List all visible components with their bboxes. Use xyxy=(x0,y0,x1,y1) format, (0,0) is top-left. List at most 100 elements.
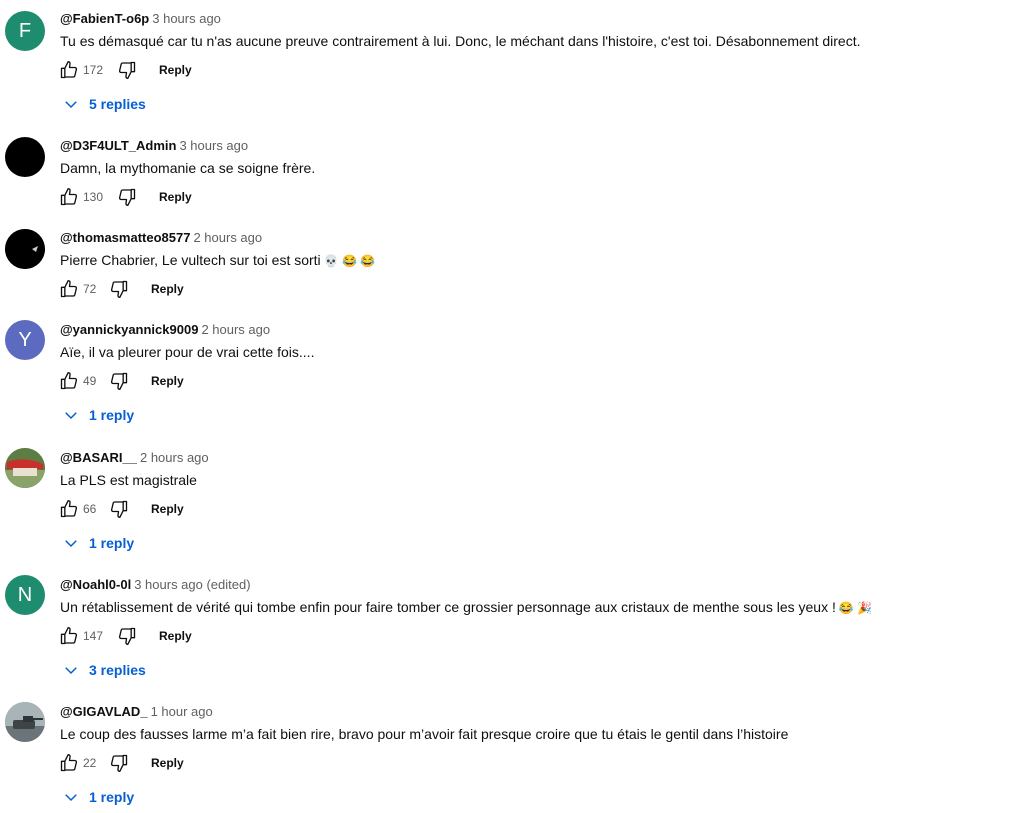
author-name[interactable]: @FabienT-o6p xyxy=(60,11,149,26)
comment-actions: 147 Reply xyxy=(57,624,192,648)
emoji-group: 💀 😂 😂 xyxy=(323,254,376,268)
comment-header: @yannickyannick9009 2 hours ago xyxy=(60,322,270,337)
dislike-button[interactable] xyxy=(115,185,139,209)
reply-button[interactable]: Reply xyxy=(159,63,192,77)
comment-actions: 66 Reply xyxy=(57,497,184,521)
reply-button[interactable]: Reply xyxy=(151,756,184,770)
avatar[interactable]: Y xyxy=(5,320,45,360)
avatar[interactable] xyxy=(5,448,45,488)
chevron-down-icon xyxy=(65,794,77,802)
avatar-letter: Y xyxy=(18,328,32,351)
timestamp[interactable]: 2 hours ago xyxy=(193,230,262,245)
thumbs-down-icon xyxy=(110,754,128,772)
avatar[interactable] xyxy=(5,702,45,742)
dislike-button[interactable] xyxy=(107,751,131,775)
like-count: 72 xyxy=(83,282,97,296)
like-button[interactable] xyxy=(57,497,81,521)
dislike-button[interactable] xyxy=(107,277,131,301)
emoji-group: 😂 🎉 xyxy=(838,601,873,615)
comment-text: Tu es démasqué car tu n'as aucune preuve… xyxy=(60,33,861,49)
author-name[interactable]: @Noahl0-0l xyxy=(60,577,131,592)
like-count: 49 xyxy=(83,374,97,388)
comment-header: @thomasmatteo8577 2 hours ago xyxy=(60,230,262,245)
author-name[interactable]: @GIGAVLAD_ xyxy=(60,704,148,719)
reply-button[interactable]: Reply xyxy=(151,374,184,388)
comment-text: La PLS est magistrale xyxy=(60,472,197,488)
avatar[interactable] xyxy=(5,229,45,269)
thumbs-up-icon xyxy=(60,188,78,206)
thumbs-up-icon xyxy=(60,280,78,298)
timestamp[interactable]: 2 hours ago xyxy=(140,450,209,465)
comment-text: Damn, la mythomanie ca se soigne frère. xyxy=(60,160,316,176)
timestamp[interactable]: 3 hours ago (edited) xyxy=(134,577,250,592)
thumbs-up-icon xyxy=(60,500,78,518)
view-replies-button[interactable]: 3 replies xyxy=(62,661,146,679)
like-button[interactable] xyxy=(57,185,81,209)
thumbs-down-icon xyxy=(118,627,136,645)
comment-actions: 49 Reply xyxy=(57,369,184,393)
comment-actions: 172 Reply xyxy=(57,58,192,82)
thumbs-down-icon xyxy=(110,500,128,518)
timestamp[interactable]: 3 hours ago xyxy=(152,11,221,26)
timestamp[interactable]: 2 hours ago xyxy=(201,322,270,337)
replies-label: 1 reply xyxy=(89,789,135,805)
view-replies-button[interactable]: 1 reply xyxy=(62,406,134,424)
avatar[interactable]: N xyxy=(5,575,45,615)
chevron-down-icon xyxy=(65,540,77,548)
comment-text: Pierre Chabrier, Le vultech sur toi est … xyxy=(60,252,375,268)
replies-label: 1 reply xyxy=(89,407,135,423)
replies-label: 3 replies xyxy=(89,662,146,678)
avatar-image xyxy=(5,448,45,488)
avatar-image xyxy=(5,702,45,742)
like-count: 130 xyxy=(83,190,104,204)
view-replies-button[interactable]: 1 reply xyxy=(62,788,134,806)
timestamp[interactable]: 3 hours ago xyxy=(179,138,248,153)
comment-header: @BASARI__ 2 hours ago xyxy=(60,450,209,465)
thumbs-up-icon xyxy=(60,754,78,772)
avatar-image xyxy=(5,229,45,269)
like-button[interactable] xyxy=(57,751,81,775)
like-button[interactable] xyxy=(57,277,81,301)
comment-header: @Noahl0-0l 3 hours ago (edited) xyxy=(60,577,251,592)
dislike-button[interactable] xyxy=(107,497,131,521)
comment-actions: 130 Reply xyxy=(57,185,192,209)
comment-text-body: Pierre Chabrier, Le vultech sur toi est … xyxy=(60,252,321,268)
replies-label: 5 replies xyxy=(89,96,146,112)
avatar[interactable] xyxy=(5,137,45,177)
dislike-button[interactable] xyxy=(115,58,139,82)
comment-text: Le coup des fausses larme m’a fait bien … xyxy=(60,726,789,742)
like-button[interactable] xyxy=(57,58,81,82)
avatar[interactable]: F xyxy=(5,11,45,51)
dislike-button[interactable] xyxy=(115,624,139,648)
reply-button[interactable]: Reply xyxy=(151,282,184,296)
author-name[interactable]: @yannickyannick9009 xyxy=(60,322,198,337)
author-name[interactable]: @D3F4ULT_Admin xyxy=(60,138,176,153)
chevron-down-icon xyxy=(65,101,77,109)
view-replies-button[interactable]: 5 replies xyxy=(62,95,146,113)
author-name[interactable]: @BASARI__ xyxy=(60,450,137,465)
author-name[interactable]: @thomasmatteo8577 xyxy=(60,230,190,245)
comment-header: @D3F4ULT_Admin 3 hours ago xyxy=(60,138,248,153)
timestamp[interactable]: 1 hour ago xyxy=(151,704,213,719)
thumbs-down-icon xyxy=(110,372,128,390)
comment-header: @FabienT-o6p 3 hours ago xyxy=(60,11,221,26)
chevron-down-icon xyxy=(65,412,77,420)
thumbs-down-icon xyxy=(110,280,128,298)
thumbs-down-icon xyxy=(118,188,136,206)
dislike-button[interactable] xyxy=(107,369,131,393)
avatar-letter: N xyxy=(17,583,33,606)
comment-text-body: Un rétablissement de vérité qui tombe en… xyxy=(60,599,836,615)
reply-button[interactable]: Reply xyxy=(151,502,184,516)
like-button[interactable] xyxy=(57,369,81,393)
like-count: 66 xyxy=(83,502,97,516)
reply-button[interactable]: Reply xyxy=(159,190,192,204)
like-button[interactable] xyxy=(57,624,81,648)
comment-text: Aïe, il va pleurer pour de vrai cette fo… xyxy=(60,344,315,360)
thumbs-up-icon xyxy=(60,61,78,79)
view-replies-button[interactable]: 1 reply xyxy=(62,534,134,552)
comment-actions: 22 Reply xyxy=(57,751,184,775)
comment-header: @GIGAVLAD_ 1 hour ago xyxy=(60,704,213,719)
reply-button[interactable]: Reply xyxy=(159,629,192,643)
replies-label: 1 reply xyxy=(89,535,135,551)
thumbs-down-icon xyxy=(118,61,136,80)
